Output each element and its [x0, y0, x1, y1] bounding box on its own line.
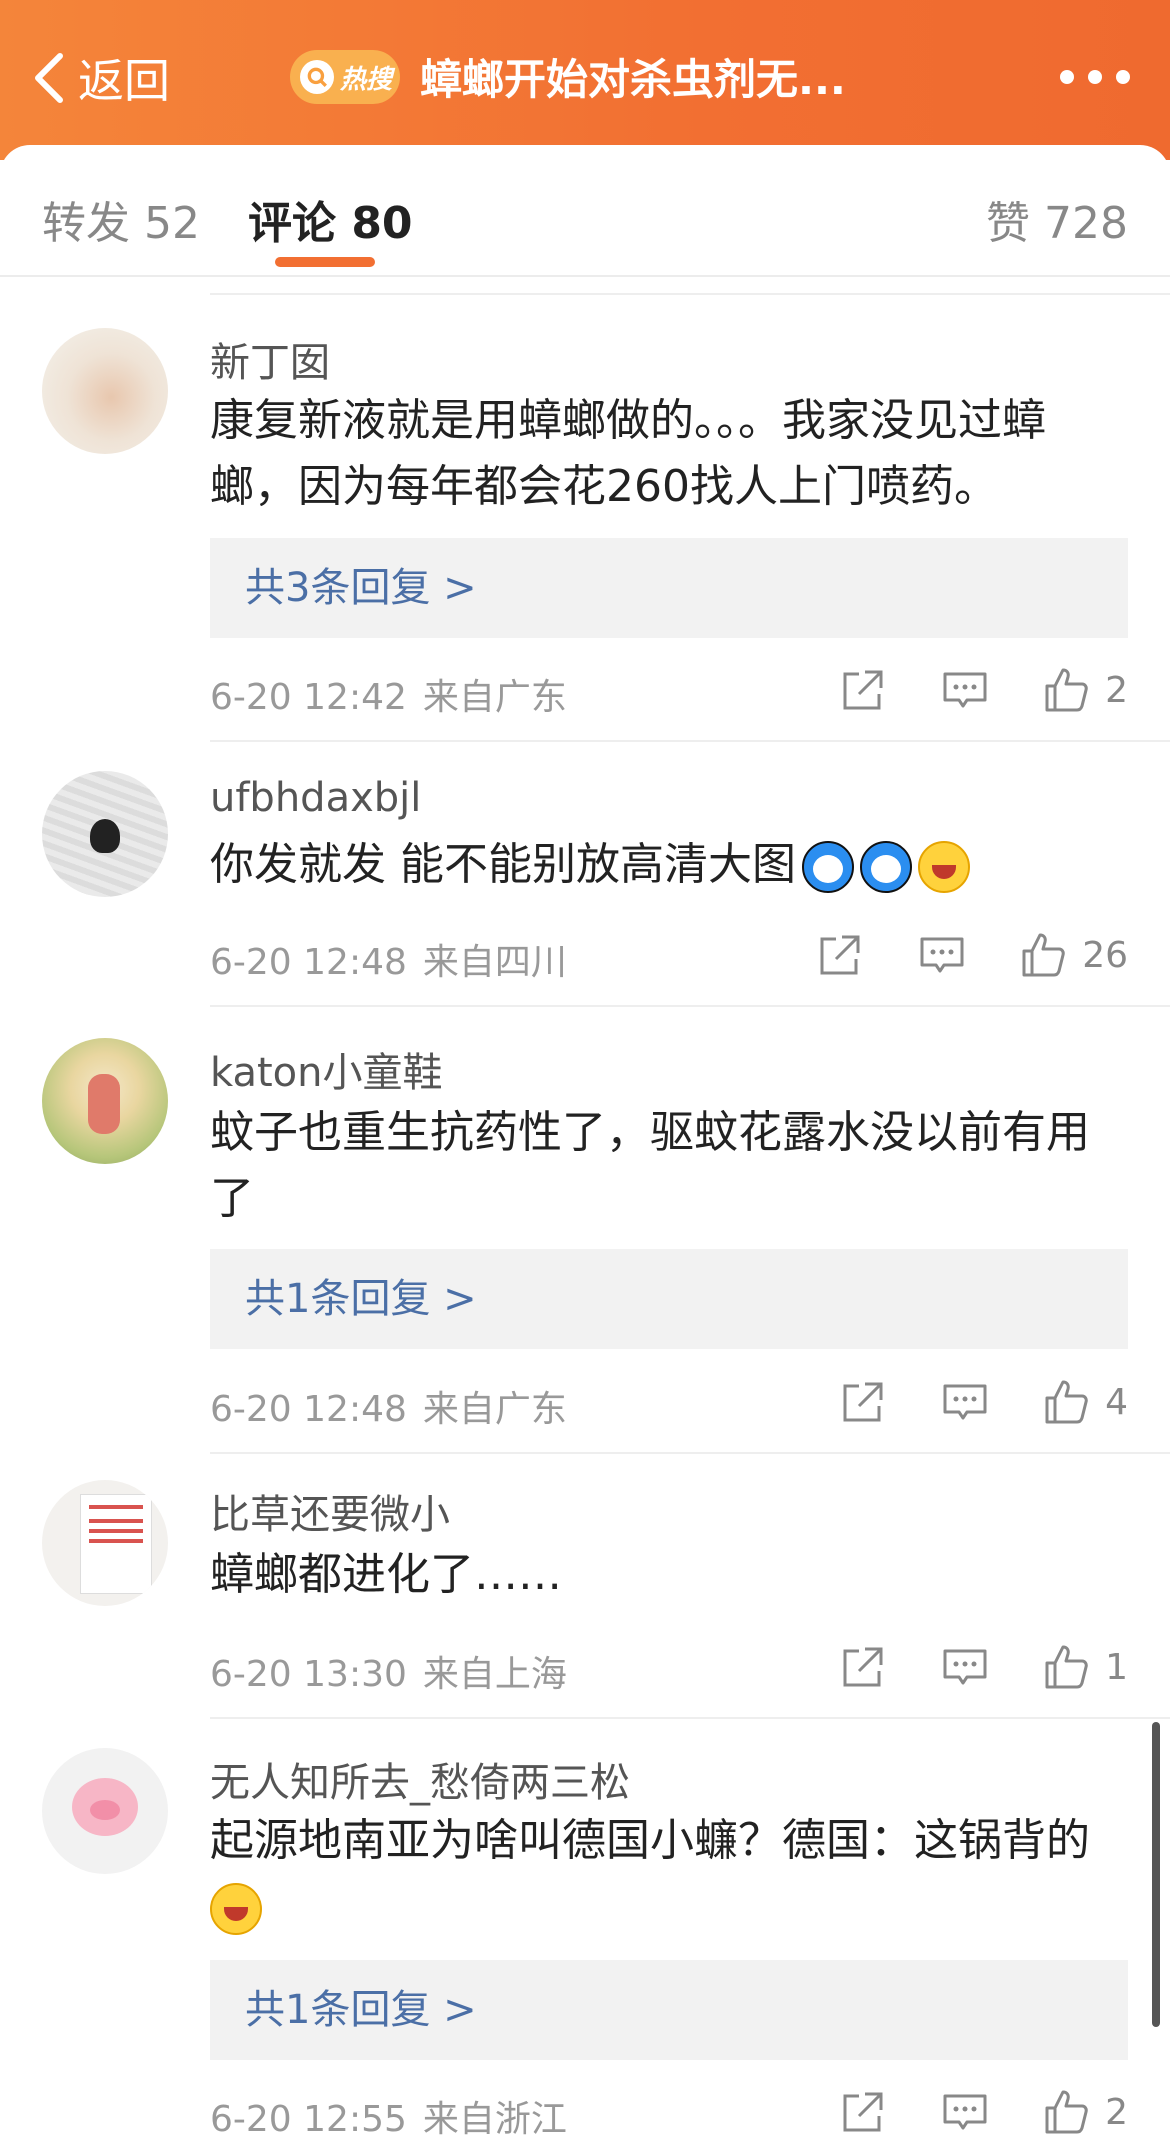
comment-button[interactable] [939, 2086, 991, 2138]
comment-text: 蚊子也重生抗药性了，驱蚊花露水没以前有用了 [210, 1107, 1090, 1224]
comment-text: 康复新液就是用蟑螂做的。。。我家没见过蟑螂，因为每年都会花260找人上门喷药。 [210, 395, 1046, 512]
comment-text: 你发就发 能不能别放高清大图 [210, 832, 1130, 898]
like-button[interactable]: 2 [1041, 664, 1128, 716]
username[interactable]: 比草还要微小 [210, 1482, 450, 1540]
like-button[interactable]: 4 [1041, 1376, 1128, 1428]
timestamp: 6-20 12:42 [210, 677, 407, 718]
divider [210, 740, 1170, 742]
tab-comments[interactable]: 评论 80 [248, 187, 413, 251]
back-button[interactable]: 返回 [30, 48, 170, 108]
doraemon-emoji [802, 841, 854, 893]
chevron-left-icon [35, 53, 63, 103]
tab-likes[interactable]: 赞 728 [986, 187, 1128, 251]
view-replies-button[interactable]: 共1条回复 > [210, 1249, 1128, 1349]
comment-button[interactable] [939, 1641, 991, 1693]
comment-meta: 6-20 12:48 来自四川 [210, 933, 567, 985]
divider [210, 1717, 1170, 1719]
comment-actions: 2 [837, 2082, 1128, 2142]
location: 来自浙江 [422, 2099, 567, 2140]
like-count: 2 [1105, 2091, 1128, 2133]
like-count: 1 [1105, 1646, 1128, 1688]
thumbs-up-icon [1045, 2090, 1088, 2134]
thumbs-up-icon [1045, 668, 1088, 712]
comment-icon [920, 937, 964, 973]
location: 来自广东 [422, 1389, 567, 1430]
comment-actions: 2 [837, 660, 1128, 720]
thumbs-up-icon [1045, 1380, 1088, 1424]
like-button[interactable]: 1 [1041, 1641, 1128, 1693]
scrollbar[interactable] [1152, 1722, 1160, 2027]
share-button[interactable] [837, 1641, 889, 1693]
comment-icon [943, 1384, 987, 1420]
comment-actions: 26 [814, 925, 1128, 985]
active-tab-indicator [275, 257, 375, 267]
back-label: 返回 [78, 54, 170, 108]
divider [210, 1452, 1170, 1454]
comment-icon [943, 1649, 987, 1685]
share-button[interactable] [837, 2086, 889, 2138]
divider [210, 1005, 1170, 1007]
share-icon [843, 1647, 883, 1687]
timestamp: 6-20 12:48 [210, 942, 407, 983]
comment-button[interactable] [939, 664, 991, 716]
comment-actions: 1 [837, 1637, 1128, 1697]
share-icon [820, 935, 860, 975]
search-icon [300, 60, 334, 94]
top-bar: 返回 热搜 蟑螂开始对杀虫剂无... [0, 0, 1170, 160]
like-count: 26 [1082, 934, 1128, 976]
tab-forward[interactable]: 转发 52 [42, 187, 200, 251]
timestamp: 6-20 12:55 [210, 2099, 407, 2140]
comment-text-body: 起源地南亚为啥叫德国小蠊？德国：这锅背的 [210, 1815, 1090, 1866]
share-icon [843, 1382, 883, 1422]
location: 来自广东 [422, 677, 567, 718]
comment-text: 蟑螂都进化了…… [210, 1549, 562, 1600]
laugh-cry-emoji [918, 841, 970, 893]
comment-meta: 6-20 13:30 来自上海 [210, 1645, 567, 1697]
tab-bar: 转发 52 评论 80 赞 728 [0, 145, 1170, 277]
comment-meta: 6-20 12:55 来自浙江 [210, 2090, 567, 2142]
username[interactable]: 新丁囡 [210, 330, 330, 388]
username[interactable]: ufbhdaxbjl [210, 775, 421, 821]
comment-actions: 4 [837, 1372, 1128, 1432]
location: 来自上海 [422, 1654, 567, 1695]
username[interactable]: 无人知所去_愁倚两三松 [210, 1750, 630, 1808]
like-button[interactable]: 26 [1018, 929, 1128, 981]
share-button[interactable] [837, 664, 889, 716]
doraemon-emoji [860, 841, 912, 893]
avatar[interactable] [42, 771, 168, 897]
divider [210, 293, 1170, 295]
avatar[interactable] [42, 1748, 168, 1874]
comment-text-body: 你发就发 能不能别放高清大图 [210, 839, 796, 890]
share-icon [843, 670, 883, 710]
timestamp: 6-20 12:48 [210, 1389, 407, 1430]
avatar[interactable] [42, 328, 168, 454]
comment-icon [943, 672, 987, 708]
hot-search-label: 热搜 [340, 64, 393, 95]
comment-button[interactable] [916, 929, 968, 981]
share-button[interactable] [814, 929, 866, 981]
like-button[interactable]: 2 [1041, 2086, 1128, 2138]
location: 来自四川 [422, 942, 567, 983]
like-count: 2 [1105, 669, 1128, 711]
view-replies-button[interactable]: 共3条回复 > [210, 538, 1128, 638]
username[interactable]: katon小童鞋 [210, 1040, 442, 1098]
avatar[interactable] [42, 1038, 168, 1164]
comment-meta: 6-20 12:48 来自广东 [210, 1380, 567, 1432]
more-options-icon[interactable] [1060, 62, 1130, 92]
thumbs-up-icon [1022, 933, 1065, 977]
hot-search-badge[interactable]: 热搜 [290, 50, 400, 104]
comment-text: 起源地南亚为啥叫德国小蠊？德国：这锅背的 [210, 1808, 1130, 1940]
thumbs-up-icon [1045, 1645, 1088, 1689]
timestamp: 6-20 13:30 [210, 1654, 407, 1695]
comment-meta: 6-20 12:42 来自广东 [210, 668, 567, 720]
share-icon [843, 2092, 883, 2132]
comment-icon [943, 2094, 987, 2130]
view-replies-button[interactable]: 共1条回复 > [210, 1960, 1128, 2060]
comment-button[interactable] [939, 1376, 991, 1428]
share-button[interactable] [837, 1376, 889, 1428]
avatar[interactable] [42, 1480, 168, 1606]
page-title: 蟑螂开始对杀虫剂无... [420, 55, 846, 104]
like-count: 4 [1105, 1381, 1128, 1423]
laugh-cry-emoji [210, 1883, 262, 1935]
